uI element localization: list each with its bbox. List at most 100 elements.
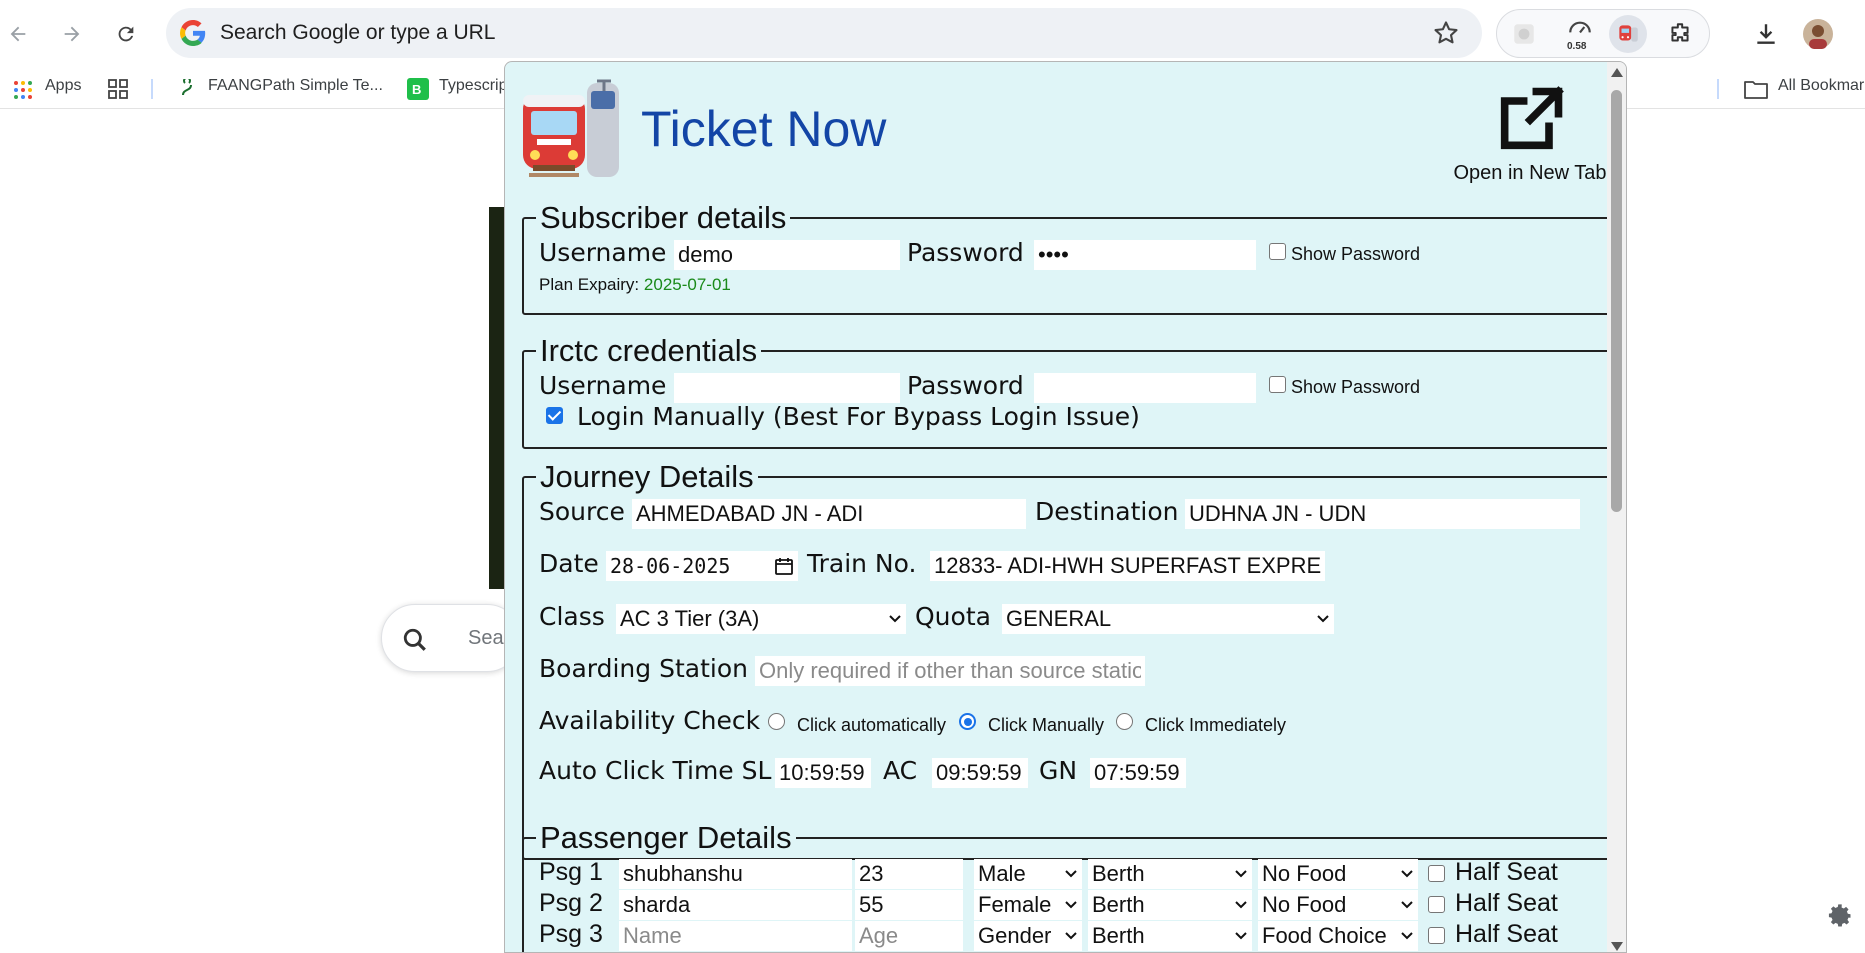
reload-button[interactable]	[108, 16, 144, 52]
irctc-username-label: Username	[539, 371, 667, 400]
extension-grid-button[interactable]	[1505, 15, 1543, 53]
passenger-age-input[interactable]	[855, 859, 963, 889]
open-in-new-tab-button[interactable]: Open in New Tab	[1445, 82, 1615, 184]
forward-button[interactable]	[54, 16, 90, 52]
passenger-food-select[interactable]: Food Choice	[1258, 921, 1418, 951]
scroll-down-arrow-icon[interactable]	[1611, 942, 1623, 951]
quota-select[interactable]: GENERAL	[1002, 604, 1334, 634]
passenger-half-seat-label: Half Seat	[1455, 889, 1558, 917]
chevron-down-icon	[1401, 932, 1413, 940]
bookmark-all-bookmarks[interactable]: All Bookmar	[1778, 77, 1864, 95]
availability-immediate-radio[interactable]	[1116, 713, 1133, 730]
availability-manual-label: Click Manually	[988, 715, 1105, 735]
passenger-gender-value: Male	[978, 861, 1026, 886]
bookmark-typescript[interactable]: Typescrip	[439, 77, 507, 95]
gn-time-label: GN	[1039, 756, 1078, 785]
boarding-station-label: Boarding Station	[539, 654, 748, 683]
passenger-gender-select[interactable]: Female	[974, 890, 1082, 920]
passenger-half-seat-checkbox[interactable]	[1428, 927, 1445, 944]
scroll-up-arrow-icon[interactable]	[1611, 68, 1623, 77]
subscriber-username-input[interactable]	[674, 240, 900, 270]
irctc-show-password-checkbox[interactable]	[1269, 376, 1286, 393]
train-icon	[1619, 25, 1638, 42]
passenger-half-seat-label: Half Seat	[1455, 858, 1558, 886]
quota-label: Quota	[915, 602, 991, 631]
date-input[interactable]: 28-06-2025	[606, 551, 798, 581]
login-manually-label: Login Manually (Best For Bypass Login Is…	[577, 402, 1140, 431]
journey-details-legend: Journey Details	[540, 459, 754, 494]
plan-expiry-value: 2025-07-01	[643, 275, 731, 294]
passenger-half-seat-checkbox[interactable]	[1428, 896, 1445, 913]
chevron-down-icon	[1401, 901, 1413, 909]
bookmark-apps[interactable]: Apps	[45, 77, 81, 95]
passenger-berth-select[interactable]: Berth	[1088, 859, 1252, 889]
irctc-password-input[interactable]	[1034, 373, 1256, 403]
passenger-name-input[interactable]	[619, 859, 852, 889]
open-in-new-tab-label: Open in New Tab	[1453, 162, 1607, 184]
background-search-placeholder: Sea	[468, 627, 504, 649]
gn-time-input[interactable]	[1090, 758, 1186, 788]
passenger-food-value: No Food	[1262, 861, 1347, 886]
apps-grid-icon	[14, 81, 32, 99]
train-logo-icon	[523, 79, 619, 177]
background-search-box[interactable]: Sea	[381, 604, 521, 672]
passenger-gender-value: Gender	[978, 923, 1052, 948]
passenger-food-select[interactable]: No Food	[1258, 859, 1418, 889]
passenger-food-select[interactable]: No Food	[1258, 890, 1418, 920]
extensions-puzzle-button[interactable]	[1661, 15, 1699, 53]
google-logo-icon	[180, 20, 206, 46]
passenger-age-input[interactable]	[855, 921, 963, 951]
sl-time-input[interactable]	[775, 758, 871, 788]
passenger-name-input[interactable]	[619, 921, 852, 951]
login-manually-checkbox[interactable]	[546, 407, 563, 424]
passenger-gender-select[interactable]: Gender	[974, 921, 1082, 951]
destination-input[interactable]	[1185, 499, 1580, 529]
subscriber-show-password-checkbox[interactable]	[1269, 243, 1286, 260]
omnibox[interactable]: Search Google or type a URL	[166, 8, 1482, 58]
passenger-half-seat-checkbox[interactable]	[1428, 865, 1445, 882]
ac-time-input[interactable]	[932, 758, 1028, 788]
irctc-password-label: Password	[907, 371, 1024, 400]
scroll-thumb[interactable]	[1611, 90, 1622, 512]
passenger-berth-value: Berth	[1092, 892, 1145, 917]
back-arrow-icon	[10, 26, 26, 42]
chevron-down-icon	[1317, 615, 1329, 623]
irctc-show-password-label: Show Password	[1291, 377, 1421, 397]
speed-extension-button[interactable]: 0.58	[1561, 15, 1599, 53]
subscriber-password-input[interactable]: ••••	[1034, 240, 1256, 270]
chevron-down-icon	[1065, 932, 1077, 940]
background-image-strip	[489, 207, 505, 589]
ticket-now-popup: Ticket Now Open in New Tab Subscriber de…	[504, 61, 1627, 953]
subscriber-show-password-label: Show Password	[1291, 244, 1421, 264]
passenger-berth-select[interactable]: Berth	[1088, 921, 1252, 951]
bookmark-star-icon[interactable]	[1432, 19, 1460, 47]
ticket-now-extension-button[interactable]	[1609, 15, 1647, 53]
class-select[interactable]: AC 3 Tier (3A)	[616, 604, 906, 634]
profile-avatar[interactable]	[1800, 16, 1836, 52]
downloads-button[interactable]	[1748, 16, 1784, 52]
forward-arrow-icon	[64, 26, 80, 42]
extensions-group: 0.58	[1496, 9, 1710, 58]
passenger-gender-select[interactable]: Male	[974, 859, 1082, 889]
folder-icon	[1744, 81, 1768, 99]
passenger-age-input[interactable]	[855, 890, 963, 920]
back-button[interactable]	[0, 16, 36, 52]
auto-click-time-sl-label: Auto Click Time SL	[539, 756, 772, 785]
availability-auto-radio[interactable]	[768, 713, 785, 730]
popup-scrollbar[interactable]	[1607, 62, 1626, 952]
calendar-icon[interactable]	[774, 556, 794, 576]
boarding-station-input[interactable]	[755, 656, 1145, 686]
availability-manual-radio[interactable]	[959, 713, 976, 730]
train-number-input[interactable]	[930, 551, 1325, 581]
bookmark-faangpath[interactable]: FAANGPath Simple Te...	[208, 77, 383, 95]
source-input[interactable]	[632, 499, 1026, 529]
external-link-icon	[1500, 86, 1564, 150]
passenger-berth-select[interactable]: Berth	[1088, 890, 1252, 920]
irctc-username-input[interactable]	[674, 373, 900, 403]
gear-icon[interactable]	[1826, 902, 1854, 930]
passenger-half-seat-label: Half Seat	[1455, 920, 1558, 948]
tab-groups-icon[interactable]	[108, 79, 128, 99]
speedometer-icon	[1569, 21, 1591, 34]
passenger-name-input[interactable]	[619, 890, 852, 920]
omnibox-placeholder: Search Google or type a URL	[220, 21, 496, 44]
